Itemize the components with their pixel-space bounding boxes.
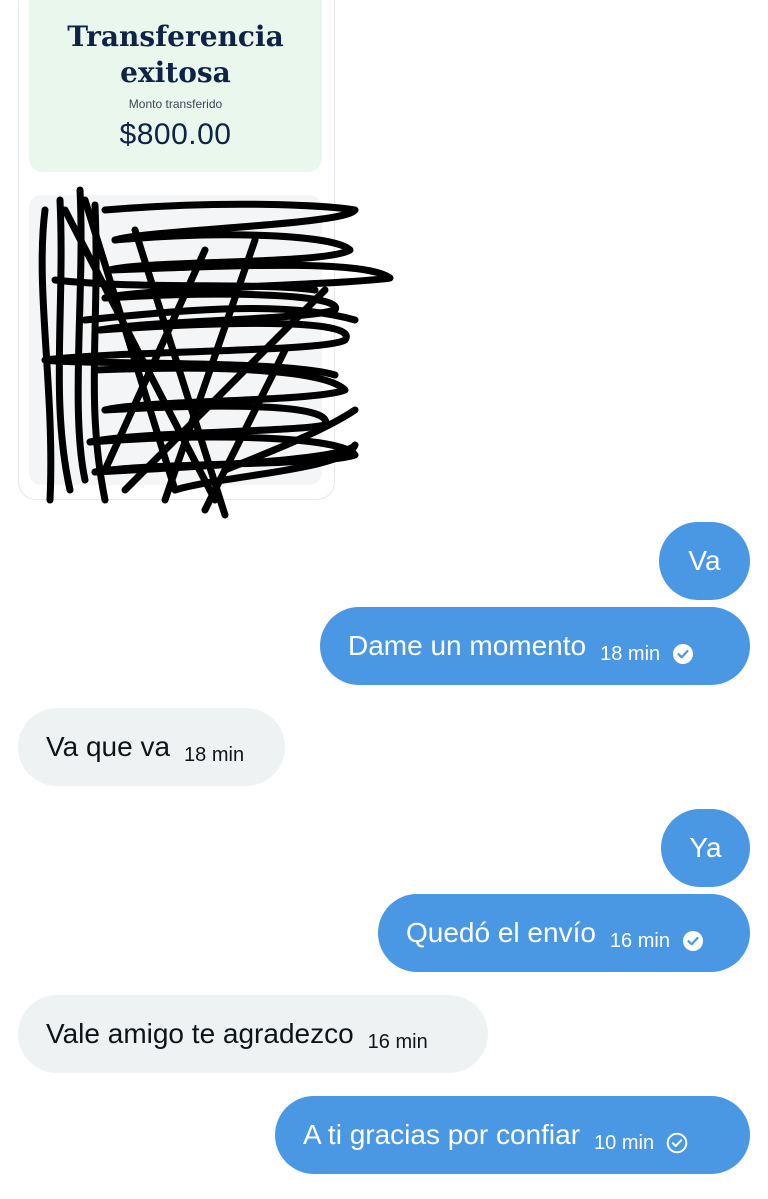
message-timestamp: 16 min: [367, 1030, 428, 1053]
receipt-summary-panel: Transferencia exitosa Monto transferido …: [29, 0, 322, 172]
message-text: Va: [688, 545, 721, 576]
message-timestamp: 16 min: [609, 929, 670, 952]
redaction-scribble: [38, 186, 394, 519]
receipt-title: Transferencia exitosa: [67, 20, 284, 89]
message-timestamp: 10 min: [594, 1131, 655, 1154]
message-sent[interactable]: Quedó el envío 16 min: [378, 894, 750, 972]
message-sent[interactable]: A ti gracias por confiar 10 min: [275, 1096, 750, 1174]
message-sent[interactable]: Ya: [661, 809, 750, 887]
message-text: Va que va: [46, 731, 171, 762]
message-text: Quedó el envío: [406, 917, 596, 948]
message-timestamp: 18 min: [184, 743, 245, 766]
check-circle-filled-icon: [682, 931, 703, 951]
amount-value: $800.00: [119, 118, 232, 151]
check-circle-outline-icon: [666, 1132, 688, 1154]
amount-label: Monto transferido: [128, 97, 223, 111]
message-text: Ya: [689, 832, 722, 863]
message-text: Vale amigo te agradezco: [46, 1018, 354, 1049]
message-sent[interactable]: Dame un momento 18 min: [320, 607, 750, 685]
message-timestamp: 18 min: [600, 642, 661, 665]
message-text: A ti gracias por confiar: [303, 1119, 581, 1150]
message-received[interactable]: Vale amigo te agradezco 16 min: [18, 995, 488, 1073]
chat-screen: Transferencia exitosa Monto transferido …: [0, 0, 768, 1199]
check-circle-filled-icon: [673, 644, 694, 664]
message-sent[interactable]: Va: [659, 522, 750, 600]
message-received[interactable]: Va que va 18 min: [18, 708, 285, 786]
message-text: Dame un momento: [348, 630, 587, 661]
